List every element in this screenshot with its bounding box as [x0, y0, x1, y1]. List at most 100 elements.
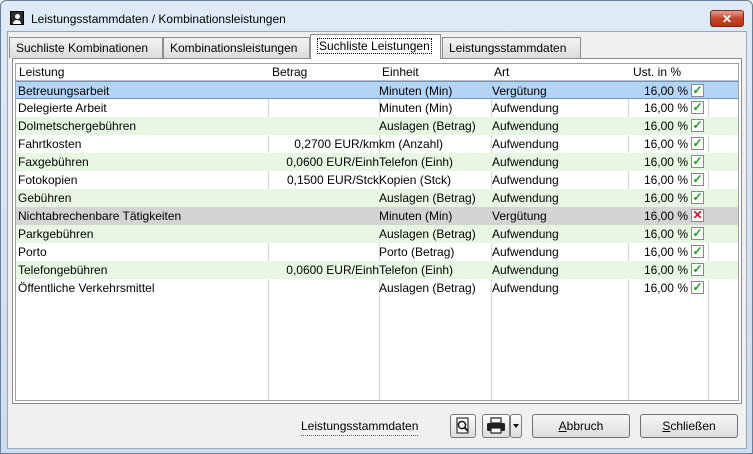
cell-einheit: Minuten (Min) [379, 84, 453, 98]
cell-einheit: Auslagen (Betrag) [379, 281, 476, 295]
cell-leistung: Telefongebühren [18, 263, 108, 277]
cell-einheit: Auslagen (Betrag) [379, 191, 476, 205]
cell-leistung: Porto [18, 245, 47, 259]
cell-art: Aufwendung [492, 155, 559, 169]
cell-leistung: Nichtabrechenbare Tätigkeiten [18, 209, 182, 223]
cell-ust: 16,00 % [643, 281, 688, 295]
cell-art: Aufwendung [492, 191, 559, 205]
column-header-leistung[interactable]: Leistung [19, 65, 64, 79]
tab-panel: Leistung Betrag Einheit Art Ust. in % Be… [12, 58, 742, 404]
checkmark-icon[interactable]: ✓ [691, 155, 704, 168]
cell-art: Aufwendung [492, 245, 559, 259]
main-window: Leistungsstammdaten / Kombinationsleistu… [0, 0, 753, 454]
title-bar[interactable]: Leistungsstammdaten / Kombinationsleistu… [1, 1, 752, 31]
cell-ust: 16,00 % [643, 84, 688, 98]
tab-label: Kombinationsleistungen [170, 41, 298, 55]
cell-ust: 16,00 % [643, 155, 688, 169]
tab-label: Suchliste Kombinationen [16, 41, 149, 55]
cell-ust: 16,00 % [643, 119, 688, 133]
checkmark-icon[interactable]: ✓ [691, 245, 704, 258]
window-title: Leistungsstammdaten / Kombinationsleistu… [31, 12, 286, 26]
cell-einheit: Porto (Betrag) [379, 245, 455, 259]
tab-kombinationsleistungen[interactable]: Kombinationsleistungen [163, 37, 310, 58]
print-dropdown-button[interactable] [510, 414, 522, 438]
cell-einheit: Auslagen (Betrag) [379, 119, 476, 133]
window-client-area: Suchliste Kombinationen Kombinationsleis… [7, 31, 747, 449]
cell-einheit: km (Anzahl) [379, 137, 444, 151]
cell-einheit: Telefon (Einh) [379, 155, 454, 169]
cell-betrag: 0,1500 EUR/Stck [286, 173, 379, 187]
cell-ust: 16,00 % [643, 263, 688, 277]
checkmark-icon[interactable]: ✓ [691, 137, 704, 150]
cell-einheit: Telefon (Einh) [379, 263, 454, 277]
cell-art: Aufwendung [492, 281, 559, 295]
cell-betrag: 0,0600 EUR/Einh [286, 263, 379, 277]
table-row[interactable]: Öffentliche Verkehrsmittel Auslagen (Betr… [16, 279, 738, 297]
print-button[interactable] [482, 414, 510, 438]
cross-icon[interactable]: ✕ [691, 209, 704, 222]
close-button[interactable]: Schließen [640, 414, 738, 438]
table-row[interactable]: Telefongebühren 0,0600 EUR/Einh Telefon (E… [16, 261, 738, 279]
cell-art: Aufwendung [492, 137, 559, 151]
printer-icon [487, 417, 505, 434]
table-row[interactable]: Delegierte Arbeit Minuten (Min) Aufwendung… [16, 99, 738, 117]
checkmark-icon[interactable]: ✓ [691, 84, 704, 97]
cell-art: Aufwendung [492, 227, 559, 241]
cell-leistung: Gebühren [18, 191, 72, 205]
user-icon [10, 11, 24, 25]
cell-ust: 16,00 % [643, 209, 688, 223]
cell-ust: 16,00 % [643, 191, 688, 205]
cell-betrag: 0,2700 EUR/km [294, 137, 379, 151]
table-row[interactable]: Gebühren Auslagen (Betrag) Aufwendung 16,00… [16, 189, 738, 207]
column-header-einheit[interactable]: Einheit [382, 65, 419, 79]
checkmark-icon[interactable]: ✓ [691, 191, 704, 204]
column-header-ust[interactable]: Ust. in % [633, 65, 681, 79]
table-row[interactable]: Fahrtkosten 0,2700 EUR/km km (Anzahl) Aufwe… [16, 135, 738, 153]
checkmark-icon[interactable]: ✓ [691, 119, 704, 132]
checkmark-icon[interactable]: ✓ [691, 101, 704, 114]
table-row[interactable]: Fotokopien 0,1500 EUR/Stck Kopien (Stck) Au… [16, 171, 738, 189]
leistungen-table[interactable]: Leistung Betrag Einheit Art Ust. in % Be… [15, 63, 739, 401]
checkmark-icon[interactable]: ✓ [691, 281, 704, 294]
cell-art: Aufwendung [492, 119, 559, 133]
table-row[interactable]: Betreuungsarbeit Minuten (Min) Vergütung 16… [16, 81, 738, 99]
footer-bar: Leistungsstammdaten Abbruch Schließen [8, 404, 746, 448]
cell-ust: 16,00 % [643, 173, 688, 187]
cell-betrag: 0,0600 EUR/Einh [286, 155, 379, 169]
tab-leistungsstammdaten[interactable]: Leistungsstammdaten [442, 37, 581, 58]
cell-ust: 16,00 % [643, 137, 688, 151]
checkmark-icon[interactable]: ✓ [691, 227, 704, 240]
table-row[interactable]: Faxgebühren 0,0600 EUR/Einh Telefon (Einh)… [16, 153, 738, 171]
cell-leistung: Fotokopien [18, 173, 78, 187]
search-button[interactable] [450, 414, 476, 438]
cell-leistung: Fahrtkosten [18, 137, 82, 151]
cell-art: Aufwendung [492, 173, 559, 187]
cell-ust: 16,00 % [643, 245, 688, 259]
cell-art: Vergütung [492, 209, 547, 223]
window-close-button[interactable]: ✕ [710, 10, 744, 27]
cell-einheit: Auslagen (Betrag) [379, 227, 476, 241]
cell-ust: 16,00 % [643, 101, 688, 115]
checkmark-icon[interactable]: ✓ [691, 263, 704, 276]
table-row[interactable]: Parkgebühren Auslagen (Betrag) Aufwendung 1… [16, 225, 738, 243]
cancel-button[interactable]: Abbruch [532, 414, 630, 438]
column-header-art[interactable]: Art [494, 65, 509, 79]
cell-art: Aufwendung [492, 101, 559, 115]
cell-einheit: Minuten (Min) [379, 101, 453, 115]
tab-label: Suchliste Leistungen [317, 38, 432, 54]
column-header-betrag[interactable]: Betrag [272, 65, 307, 79]
table-row[interactable]: Porto Porto (Betrag) Aufwendung 16,00 % ✓ [16, 243, 738, 261]
tab-suchliste-kombinationen[interactable]: Suchliste Kombinationen [9, 37, 163, 58]
cell-einheit: Kopien (Stck) [379, 173, 452, 187]
checkmark-icon[interactable]: ✓ [691, 173, 704, 186]
cell-ust: 16,00 % [643, 227, 688, 241]
cell-leistung: Betreuungsarbeit [18, 84, 110, 98]
cell-art: Vergütung [492, 84, 547, 98]
search-document-icon [456, 417, 469, 434]
table-row[interactable]: Nichtabrechenbare Tätigkeiten Minuten (Mi… [16, 207, 738, 225]
leistungsstammdaten-link[interactable]: Leistungsstammdaten [301, 419, 419, 436]
table-row[interactable]: Dolmetschergebühren Auslagen (Betrag) Aufw… [16, 117, 738, 135]
cell-leistung: Faxgebühren [18, 155, 89, 169]
tab-suchliste-leistungen[interactable]: Suchliste Leistungen [310, 34, 441, 59]
cell-art: Aufwendung [492, 263, 559, 277]
